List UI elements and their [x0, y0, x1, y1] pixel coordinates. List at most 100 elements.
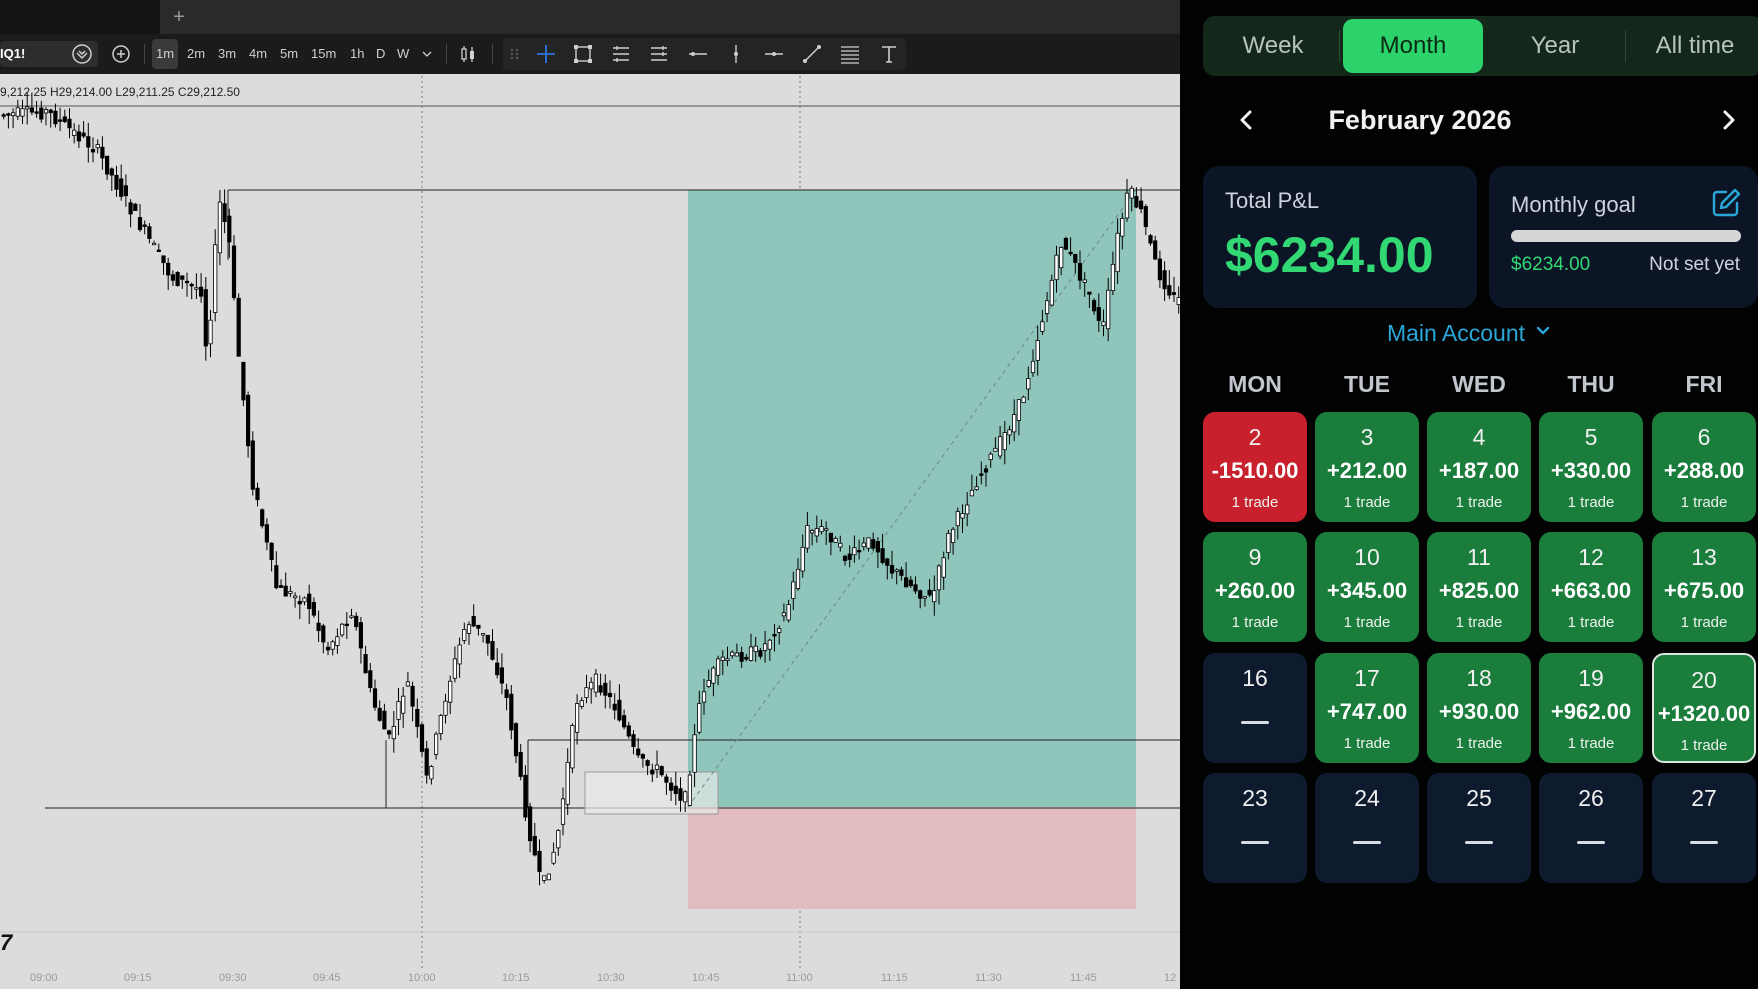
calendar-day-empty[interactable]: 25 [1427, 773, 1531, 883]
no-trades-dash [1241, 841, 1269, 844]
calendar-day-trade-count: 1 trade [1231, 614, 1279, 631]
candle-body [654, 764, 660, 770]
candle-body [20, 108, 25, 117]
candle-body [377, 707, 382, 721]
calendar-day-win[interactable]: 3 +212.00 1 trade [1315, 412, 1419, 522]
candle-body [391, 725, 396, 740]
candle-body [86, 136, 91, 148]
calendar-day-number: 19 [1578, 665, 1604, 691]
calendar-day-win[interactable]: 5 +330.00 1 trade [1539, 412, 1643, 522]
candle-body [579, 700, 584, 707]
edit-goal-button[interactable] [1709, 186, 1743, 220]
candle-body [39, 107, 44, 120]
calendar-day-empty[interactable]: 24 [1315, 773, 1419, 883]
candle-body [419, 724, 425, 752]
calendar-day-win[interactable]: 11 +825.00 1 trade [1427, 532, 1531, 642]
calendar-day-win[interactable]: 6 +288.00 1 trade [1652, 412, 1756, 522]
candle-body [993, 447, 998, 452]
candle-body [307, 593, 312, 610]
calendar-day-win[interactable]: 19 +962.00 1 trade [1539, 653, 1643, 763]
calendar-day-win[interactable]: 4 +187.00 1 trade [1427, 412, 1531, 522]
calendar-day-number: 2 [1248, 424, 1262, 450]
candle-body [25, 106, 30, 110]
segment-divider [1339, 30, 1340, 62]
candle-body [800, 546, 805, 572]
candle-body [518, 751, 523, 777]
candle-body [382, 710, 387, 730]
candle-body [805, 525, 810, 549]
candle-body [532, 835, 537, 856]
calendar-day-trade-count: 1 trade [1680, 737, 1728, 754]
period-year-button[interactable]: Year [1487, 19, 1623, 73]
candle-body [720, 656, 725, 661]
calendar-day-win[interactable]: 12 +663.00 1 trade [1539, 532, 1643, 642]
time-label: 10:45 [692, 972, 720, 984]
candle-body [405, 681, 411, 687]
candle-body [988, 453, 993, 460]
calendar-day-number: 6 [1697, 424, 1711, 450]
candle-body [401, 695, 406, 714]
period-week-button[interactable]: Week [1209, 19, 1337, 73]
candle-body [711, 667, 716, 684]
calendar-day-pnl: +212.00 [1326, 458, 1408, 483]
candle-body [744, 656, 749, 660]
candle-body [974, 486, 979, 491]
candle-body [198, 286, 204, 297]
candle-body [979, 473, 984, 476]
candle-body [678, 788, 683, 801]
next-month-button[interactable] [1714, 100, 1744, 140]
candle-body [1068, 251, 1073, 255]
price-chart[interactable] [0, 0, 1180, 989]
calendar-day-today[interactable]: 20 +1320.00 1 trade [1652, 653, 1756, 763]
candle-body [828, 532, 834, 543]
calendar-day-empty[interactable]: 23 [1203, 773, 1307, 883]
calendar-day-win[interactable]: 18 +930.00 1 trade [1427, 653, 1531, 763]
candle-body [100, 146, 105, 159]
calendar-day-win[interactable]: 10 +345.00 1 trade [1315, 532, 1419, 642]
calendar-day-number: 27 [1691, 785, 1717, 811]
period-all-time-button[interactable]: All time [1627, 19, 1758, 73]
time-label: 10:15 [502, 972, 530, 984]
calendar-day-trade-count: 1 trade [1343, 735, 1391, 752]
month-title: February 2026 [1328, 105, 1512, 135]
candle-body [137, 217, 143, 231]
candle-body [105, 155, 110, 175]
candle-body [1134, 196, 1139, 208]
previous-month-button[interactable] [1231, 100, 1261, 140]
account-selector[interactable]: Main Account [1180, 320, 1758, 356]
candle-body [339, 623, 345, 636]
calendar-day-pnl: +825.00 [1438, 578, 1520, 603]
candle-body [1120, 218, 1125, 237]
candle-body [955, 511, 960, 527]
calendar-day-win[interactable]: 9 +260.00 1 trade [1203, 532, 1307, 642]
calendar-day-win[interactable]: 13 +675.00 1 trade [1652, 532, 1756, 642]
calendar-day-number: 17 [1354, 665, 1380, 691]
candle-body [95, 144, 100, 149]
calendar-day-pnl: +747.00 [1326, 699, 1408, 724]
candle-body [795, 568, 801, 590]
candle-body [227, 215, 232, 243]
candle-body [716, 658, 721, 676]
candle-body [53, 110, 58, 125]
candle-body [76, 131, 81, 142]
candle-body [372, 688, 378, 708]
calendar-day-empty[interactable]: 26 [1539, 773, 1643, 883]
candle-body [81, 132, 86, 137]
calendar-day-number: 24 [1354, 785, 1380, 811]
calendar-day-win[interactable]: 17 +747.00 1 trade [1315, 653, 1419, 763]
candle-body [983, 468, 989, 473]
calendar-day-empty[interactable]: 16 [1203, 653, 1307, 763]
calendar-day-loss[interactable]: 2 -1510.00 1 trade [1203, 412, 1307, 522]
candle-body [114, 174, 119, 190]
candle-body [128, 202, 133, 215]
candle-body [636, 748, 641, 756]
candle-body [10, 112, 16, 116]
period-month-button[interactable]: Month [1343, 19, 1483, 73]
candle-body [466, 624, 472, 634]
calendar-day-empty[interactable]: 27 [1652, 773, 1756, 883]
candle-body [880, 548, 885, 564]
candle-body [664, 776, 669, 783]
candle-body [255, 487, 260, 501]
calendar-day-pnl: +930.00 [1438, 699, 1520, 724]
candle-body [156, 249, 161, 252]
